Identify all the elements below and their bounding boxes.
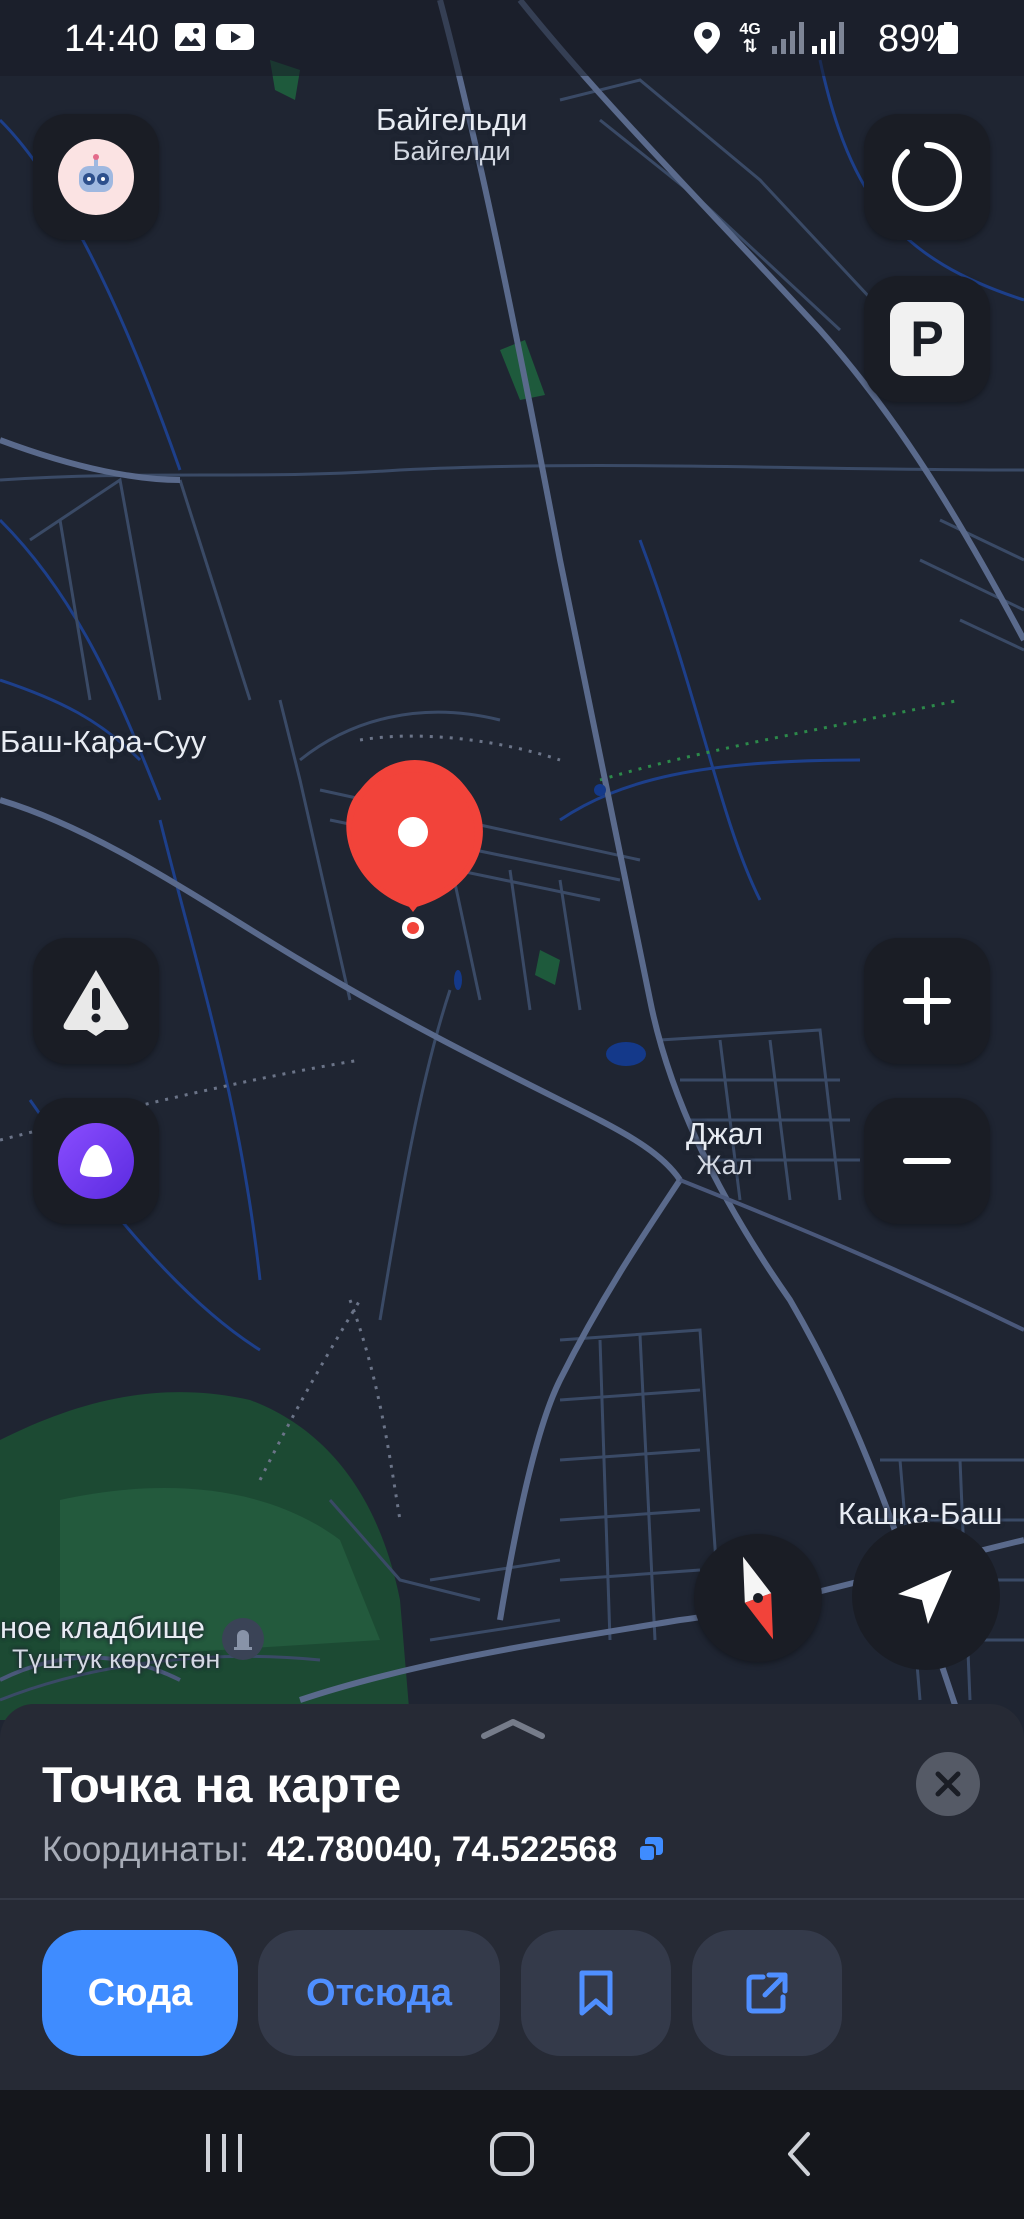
alice-icon: [58, 1123, 134, 1199]
place-label-baigeldi: Байгельди Байгелди: [376, 102, 528, 166]
parking-button[interactable]: P: [864, 276, 990, 402]
route-to-button[interactable]: Сюда: [42, 1930, 238, 2056]
compass-button[interactable]: [694, 1534, 822, 1662]
youtube-icon: [216, 22, 254, 57]
home-icon[interactable]: [488, 2130, 536, 2178]
warning-icon: [63, 970, 129, 1036]
battery-icon: [938, 22, 958, 59]
coordinates-row: Координаты: 42.780040, 74.522568: [42, 1830, 665, 1870]
system-nav-bar: [0, 2090, 1024, 2219]
avatar: [58, 139, 134, 215]
gallery-icon: [174, 22, 206, 57]
compass-icon: [742, 1556, 774, 1640]
back-icon[interactable]: [780, 2130, 820, 2178]
map-canvas[interactable]: [0, 0, 1024, 1720]
chevron-up-icon[interactable]: [478, 1716, 548, 1740]
zoom-in-button[interactable]: [864, 938, 990, 1064]
share-button[interactable]: [692, 1930, 842, 2056]
signal-icon: [772, 22, 806, 59]
my-location-button[interactable]: [852, 1522, 1000, 1670]
copy-icon[interactable]: [635, 1835, 665, 1865]
alice-circle-icon: [891, 142, 963, 213]
coordinates-label: Координаты:: [42, 1830, 249, 1869]
place-label-bash-kara-suu: Баш-Кара-Суу: [0, 724, 207, 759]
zoom-out-button[interactable]: [864, 1098, 990, 1224]
bookmark-button[interactable]: [521, 1930, 671, 2056]
divider: [0, 1898, 1024, 1900]
minus-icon: [903, 1158, 951, 1164]
plus-icon: [903, 977, 951, 1025]
close-button[interactable]: [916, 1752, 980, 1816]
cemetery-icon: [222, 1618, 264, 1660]
signal-icon-2: [812, 22, 846, 59]
status-bar: 14:40 4G ⇅ 89%: [0, 0, 1024, 76]
place-label-cemetery: ное кладбище Түштук көрүстөн: [0, 1610, 221, 1674]
road-alert-button[interactable]: [33, 938, 159, 1064]
recent-apps-icon[interactable]: [202, 2130, 248, 2176]
navigation-arrow-icon: [898, 1570, 952, 1624]
close-icon: [935, 1771, 961, 1797]
bookmark-icon: [579, 1970, 613, 2016]
robot-avatar-icon: [79, 154, 113, 192]
coordinates-value[interactable]: 42.780040, 74.522568: [267, 1830, 617, 1870]
place-card-sheet[interactable]: Точка на карте Координаты: 42.780040, 74…: [0, 1704, 1024, 2090]
profile-button[interactable]: [33, 114, 159, 240]
layers-button[interactable]: [864, 114, 990, 240]
status-time: 14:40: [64, 18, 160, 60]
network-type-icon: 4G ⇅: [739, 21, 761, 56]
place-label-jal: Джал Жал: [686, 1116, 764, 1180]
parking-icon: P: [890, 302, 964, 376]
route-from-button[interactable]: Отсюда: [258, 1930, 500, 2056]
sheet-title: Точка на карте: [42, 1757, 402, 1813]
share-icon: [746, 1972, 788, 2014]
location-status-icon: [694, 22, 720, 59]
alice-assistant-button[interactable]: [33, 1098, 159, 1224]
